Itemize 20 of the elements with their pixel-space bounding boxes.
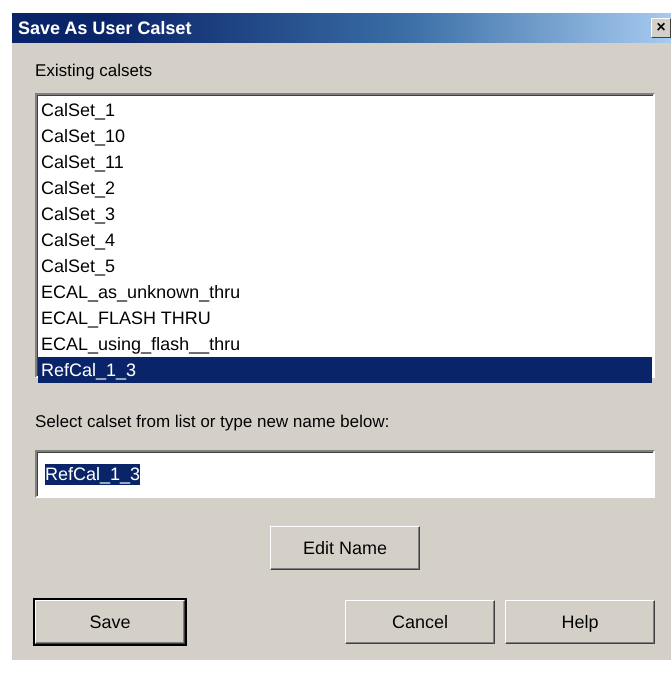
- save-button[interactable]: Save: [35, 600, 185, 644]
- cancel-button[interactable]: Cancel: [345, 600, 495, 644]
- prompt-text: Select calset from list or type new name below:: [35, 412, 390, 432]
- list-item[interactable]: CalSet_3: [38, 201, 652, 227]
- list-item[interactable]: CalSet_2: [38, 175, 652, 201]
- list-item[interactable]: CalSet_10: [38, 123, 652, 149]
- list-item[interactable]: CalSet_1: [38, 97, 652, 123]
- list-item[interactable]: ECAL_as_unknown_thru: [38, 279, 652, 305]
- list-label: Existing calsets: [35, 61, 154, 82]
- list-item[interactable]: CalSet_11: [38, 149, 652, 175]
- close-button[interactable]: ×: [651, 18, 671, 38]
- window-title: Save As User Calset: [18, 18, 192, 38]
- name-input-field[interactable]: RefCal_1_3: [35, 450, 655, 498]
- edit-name-button[interactable]: Edit Name: [270, 526, 420, 570]
- list-item[interactable]: CalSet_4: [38, 227, 652, 253]
- list-item[interactable]: ECAL_FLASH THRU: [38, 305, 652, 331]
- list-item[interactable]: RefCal_1_3: [38, 357, 652, 383]
- list-item[interactable]: ECAL_using_flash__thru: [38, 331, 652, 357]
- list-item[interactable]: CalSet_5: [38, 253, 652, 279]
- help-button[interactable]: Help: [505, 600, 655, 644]
